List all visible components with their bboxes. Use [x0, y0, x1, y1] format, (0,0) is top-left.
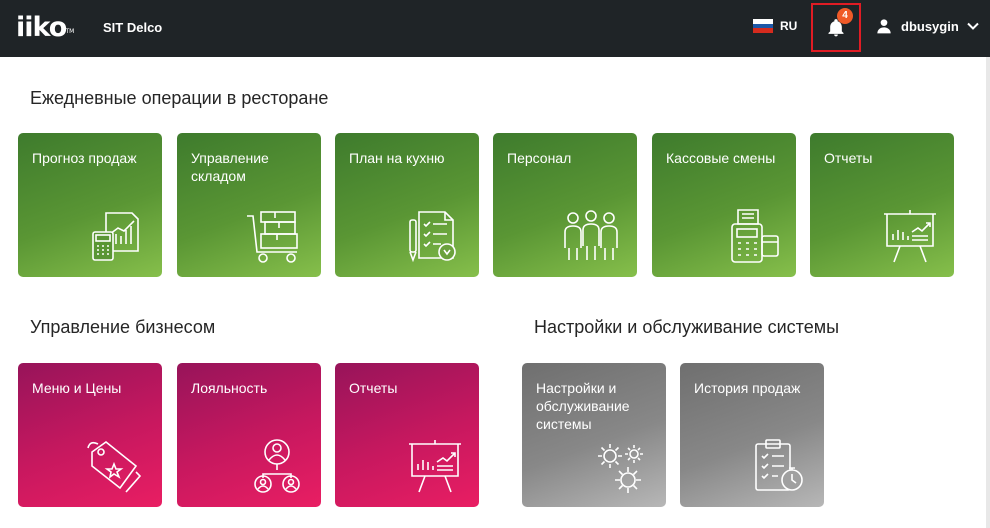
- tile-menu-prices[interactable]: Меню и Цены: [18, 363, 162, 507]
- warehouse-cart-icon: [247, 211, 298, 263]
- sales-history-icon: [755, 439, 803, 491]
- tile-label: История продаж: [694, 380, 801, 396]
- chevron-down-icon: [967, 22, 979, 30]
- tile-staff[interactable]: Персонал: [493, 133, 637, 277]
- tile-label: Меню и Цены: [32, 380, 122, 396]
- kitchen-plan-icon: [409, 211, 456, 263]
- tile-label: Кассовые смены: [666, 150, 776, 166]
- tile-kitchen-plan[interactable]: План на кухню: [335, 133, 479, 277]
- tile-reports-business[interactable]: Отчеты: [335, 363, 479, 507]
- tile-sales-history[interactable]: История продаж: [680, 363, 824, 507]
- price-tags-icon: [87, 440, 142, 493]
- report-board-icon: [884, 210, 936, 263]
- iiko-logo[interactable]: iiko TM: [16, 12, 74, 44]
- tile-label: Прогноз продаж: [32, 150, 137, 166]
- tile-warehouse[interactable]: Управление складом: [177, 133, 321, 277]
- notifications-button[interactable]: 4: [811, 3, 861, 52]
- tile-label: Персонал: [507, 150, 572, 166]
- tile-loyalty[interactable]: Лояльность: [177, 363, 321, 507]
- scrollbar-track[interactable]: [986, 57, 990, 528]
- report-board-icon: [409, 440, 461, 493]
- tile-label: Управление складом: [191, 150, 269, 184]
- tile-reports-daily[interactable]: Отчеты: [810, 133, 954, 277]
- tile-label: План на кухню: [349, 150, 445, 166]
- organization-name[interactable]: SIT Delco: [103, 20, 162, 35]
- sales-forecast-icon: [92, 212, 139, 261]
- language-selector[interactable]: RU: [753, 19, 798, 34]
- tile-system-settings[interactable]: Настройки и обслуживание системы: [522, 363, 666, 507]
- logo-text: iiko: [16, 12, 67, 43]
- loyalty-people-icon: [254, 439, 300, 493]
- user-avatar-icon: [877, 19, 891, 34]
- section-title-system: Настройки и обслуживание системы: [534, 317, 840, 337]
- russia-flag-icon: [753, 19, 773, 34]
- tile-label: Отчеты: [824, 150, 873, 166]
- user-menu[interactable]: dbusygin: [876, 18, 979, 34]
- tile-label: Лояльность: [191, 380, 268, 396]
- username-label: dbusygin: [901, 18, 959, 34]
- tile-label: Настройки и обслуживание системы: [536, 380, 630, 432]
- tile-sales-forecast[interactable]: Прогноз продаж: [18, 133, 162, 277]
- staff-icon: [564, 210, 618, 260]
- gears-icon: [598, 444, 643, 493]
- notifications-count-badge: 4: [837, 8, 853, 24]
- tile-cash-shifts[interactable]: Кассовые смены: [652, 133, 796, 277]
- logo-trademark: TM: [65, 28, 75, 35]
- language-label: RU: [780, 19, 798, 33]
- tile-label: Отчеты: [349, 380, 398, 396]
- section-title-daily: Ежедневные операции в ресторане: [30, 88, 329, 108]
- section-title-business: Управление бизнесом: [30, 317, 216, 337]
- top-bar: iiko TM SIT Delco RU 4 dbusygin: [0, 0, 990, 57]
- cash-register-icon: [731, 209, 779, 263]
